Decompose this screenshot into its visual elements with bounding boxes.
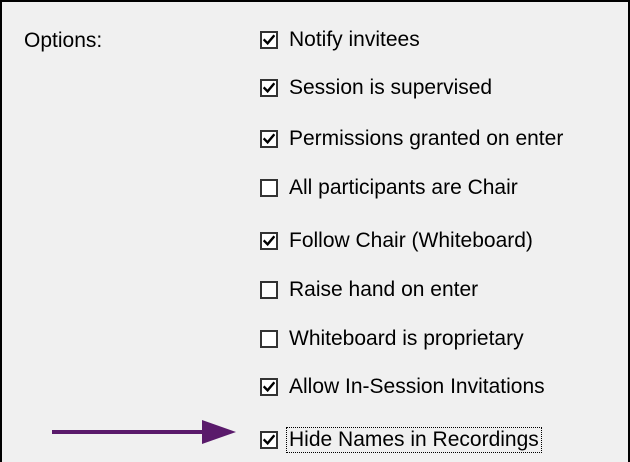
option-hide-names[interactable]: Hide Names in Recordings [260,426,542,454]
option-permissions-granted[interactable]: Permissions granted on enter [260,125,565,153]
arrow-head [202,420,236,444]
check-icon [263,235,275,247]
checkbox-raise-hand[interactable] [260,281,278,299]
option-label: Permissions granted on enter [289,127,564,150]
checkbox-follow-chair[interactable] [260,232,278,250]
check-icon [263,34,275,46]
option-notify-invitees[interactable]: Notify invitees [260,26,422,54]
option-label: Hide Names in Recordings [286,427,542,453]
checkbox-whiteboard-proprietary[interactable] [260,330,278,348]
option-label: Session is supervised [289,76,493,99]
option-label: All participants are Chair [289,176,518,199]
checkbox-session-supervised[interactable] [260,79,278,97]
option-all-participants-chair[interactable]: All participants are Chair [260,174,520,202]
option-label: Allow In-Session Invitations [289,375,545,398]
option-session-supervised[interactable]: Session is supervised [260,74,494,102]
option-label: Whiteboard is proprietary [289,327,524,350]
option-label: Follow Chair (Whiteboard) [289,229,533,252]
checkbox-permissions-granted[interactable] [260,130,278,148]
option-allow-invitations[interactable]: Allow In-Session Invitations [260,373,547,401]
check-icon [263,82,275,94]
arrow-right-icon [52,420,236,444]
option-follow-chair[interactable]: Follow Chair (Whiteboard) [260,227,535,255]
check-icon [263,434,275,446]
checkbox-hide-names[interactable] [260,431,278,449]
option-whiteboard-proprietary[interactable]: Whiteboard is proprietary [260,325,526,353]
option-raise-hand[interactable]: Raise hand on enter [260,276,480,304]
checkbox-all-participants-chair[interactable] [260,179,278,197]
options-label: Options: [24,29,103,52]
check-icon [263,133,275,145]
option-label: Notify invitees [289,28,420,51]
checkbox-notify-invitees[interactable] [260,31,278,49]
option-label: Raise hand on enter [289,278,479,301]
check-icon [263,381,275,393]
checkbox-allow-invitations[interactable] [260,378,278,396]
options-panel: Options: Notify invitees Session is supe… [0,0,630,462]
